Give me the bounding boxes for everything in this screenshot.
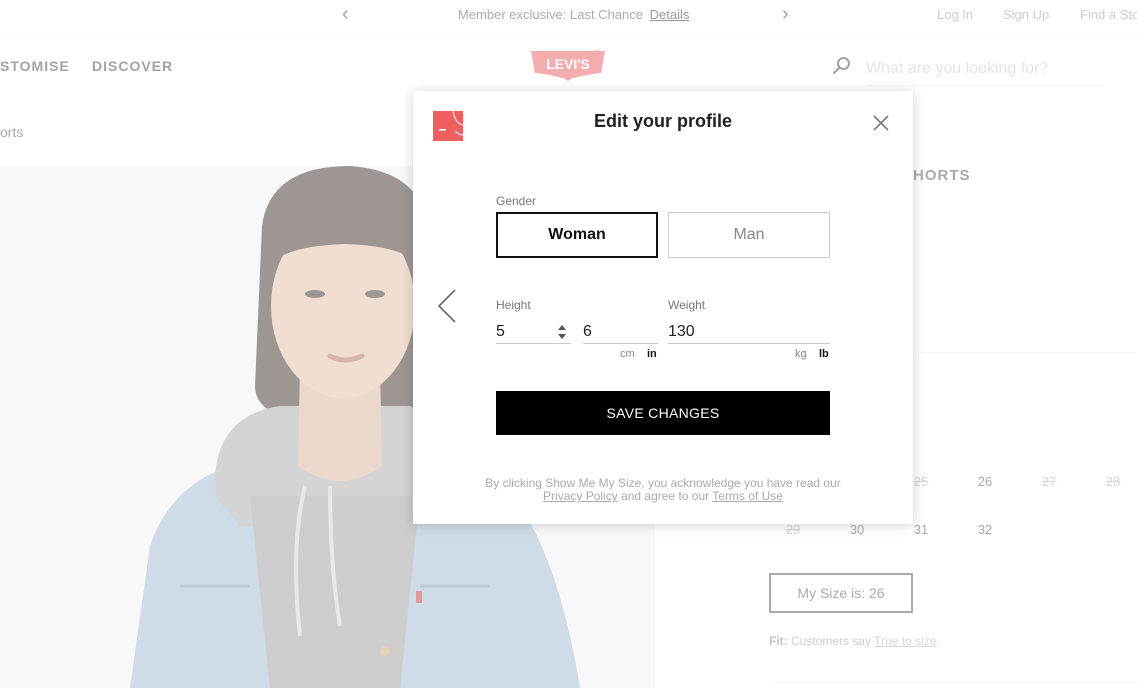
- weight-label: Weight: [668, 298, 706, 312]
- save-changes-button[interactable]: SAVE CHANGES: [496, 391, 830, 435]
- edit-profile-modal: Edit your profile Gender Woman Man Heigh…: [413, 91, 913, 524]
- gender-woman-button[interactable]: Woman: [496, 212, 658, 258]
- height-unit-in[interactable]: in: [647, 348, 657, 360]
- close-icon[interactable]: [871, 113, 891, 133]
- privacy-policy-link[interactable]: Privacy Policy: [543, 489, 618, 503]
- stepper-icon[interactable]: [556, 323, 568, 341]
- gender-label: Gender: [496, 194, 537, 208]
- weight-unit-kg[interactable]: kg: [795, 348, 807, 360]
- modal-title: Edit your profile: [593, 111, 732, 131]
- height-unit-cm[interactable]: cm: [620, 348, 635, 360]
- weight-unit-lb[interactable]: lb: [819, 348, 829, 360]
- terms-of-use-link[interactable]: Terms of Use: [712, 489, 783, 503]
- gender-man-button[interactable]: Man: [668, 212, 830, 258]
- legal-notice: By clicking Show Me My Size, you acknowl…: [473, 477, 853, 503]
- chevron-left-icon[interactable]: [435, 288, 459, 324]
- legal-prefix: By clicking Show Me My Size, you acknowl…: [485, 476, 841, 490]
- legal-middle: and agree to our: [621, 489, 710, 503]
- weight-input[interactable]: [668, 320, 830, 344]
- modal-pointer: [806, 522, 834, 544]
- height-inches-input[interactable]: [583, 320, 658, 344]
- height-label: Height: [496, 298, 531, 312]
